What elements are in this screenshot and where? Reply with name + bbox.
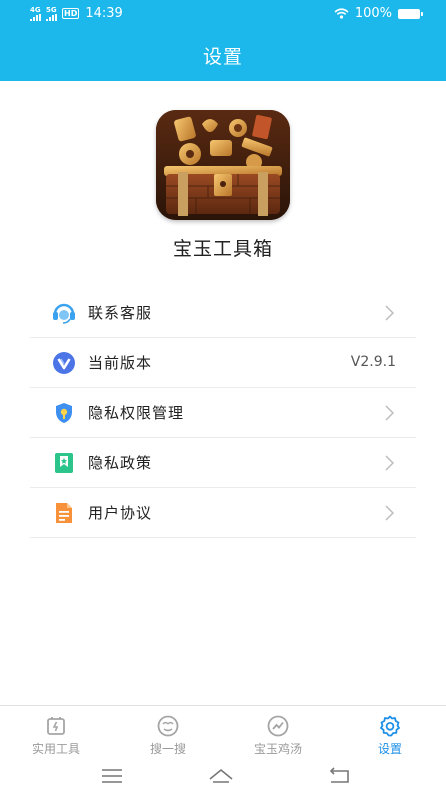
settings-gear-icon [380,715,400,737]
back-icon[interactable] [325,765,353,787]
system-nav-bar [0,759,446,796]
tools-icon [47,717,65,735]
version-icon [52,351,76,375]
menu-icon[interactable] [98,765,126,787]
signal-icon [46,13,57,21]
menu-item-privacy-permissions[interactable]: 隐私权限管理 [30,388,416,438]
version-value: V2.9.1 [350,354,396,370]
tab-settings[interactable]: 设置 [350,714,430,757]
chevron-right-icon [385,455,394,471]
tab-label: 实用工具 [31,742,80,756]
bottom-tab-bar: 实用工具 搜一搜 宝玉鸡汤 设置 [0,705,446,759]
menu-item-contact-support[interactable]: 联系客服 [30,288,416,338]
signal-icon [30,13,41,21]
menu-item-label: 隐私权限管理 [88,404,185,422]
policy-bookmark-icon [52,451,76,475]
agreement-document-icon [52,501,76,525]
status-time: 14:39 [85,6,123,21]
chicken-soup-icon [267,715,289,737]
menu-item-privacy-policy[interactable]: 隐私政策 [30,438,416,488]
settings-menu: 联系客服 当前版本 V2.9.1 隐私权限管理 隐私政策 用户协议 [30,288,416,538]
customer-service-icon [52,301,76,325]
tab-search[interactable]: 搜一搜 [128,714,208,757]
tab-tools[interactable]: 实用工具 [16,714,96,757]
menu-item-label: 联系客服 [88,304,153,322]
hd-badge: HD [62,8,80,19]
page-title: 设置 [202,46,243,68]
menu-item-label: 当前版本 [88,354,153,372]
network-indicator-5g: 5G [46,5,58,21]
privacy-shield-icon [52,401,76,425]
chevron-right-icon [385,305,394,321]
menu-item-label: 用户协议 [88,504,153,522]
network-4g-label: 4G [30,5,41,14]
menu-item-user-agreement[interactable]: 用户协议 [30,488,416,538]
home-icon[interactable] [207,765,235,787]
network-5g-label: 5G [46,5,57,14]
tab-label: 宝玉鸡汤 [253,742,302,756]
chevron-right-icon [385,405,394,421]
menu-item-label: 隐私政策 [88,454,153,472]
battery-icon [398,8,423,19]
treasure-chest-icon [156,110,290,220]
status-bar: 4G 5G HD 14:39 100% [0,5,446,23]
tab-label: 设置 [377,742,402,756]
app-header: 4G 5G HD 14:39 100% 设置 [0,0,446,81]
menu-item-current-version[interactable]: 当前版本 V2.9.1 [30,338,416,388]
tab-label: 搜一搜 [149,742,186,756]
tab-chicken-soup[interactable]: 宝玉鸡汤 [238,714,318,757]
battery-percent: 100% [354,6,392,21]
network-indicator-4g: 4G [30,5,42,21]
search-face-icon [157,715,179,737]
chevron-right-icon [385,505,394,521]
wifi-icon [334,8,349,19]
app-name: 宝玉工具箱 [172,238,273,260]
